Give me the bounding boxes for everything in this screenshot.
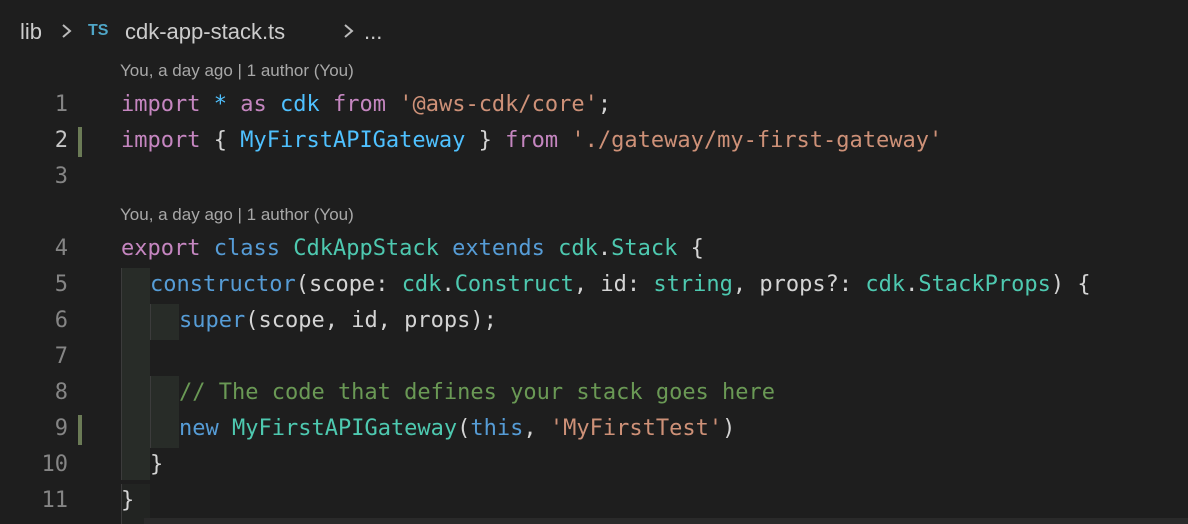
git-modified-marker[interactable] bbox=[78, 127, 82, 157]
punctuation: : bbox=[375, 272, 389, 297]
chevron-right-icon bbox=[62, 24, 72, 38]
punctuation: . bbox=[441, 272, 455, 297]
code-line-2[interactable]: import { MyFirstAPIGateway } from './gat… bbox=[121, 128, 942, 153]
punctuation: } bbox=[150, 452, 164, 477]
class-name: CdkAppStack bbox=[293, 236, 439, 261]
punctuation: ) bbox=[722, 416, 736, 441]
indent-guide bbox=[150, 376, 179, 448]
code-line-9[interactable]: new MyFirstAPIGateway(this, 'MyFirstTest… bbox=[179, 416, 735, 441]
codelens-author[interactable]: You, a day ago | 1 author (You) bbox=[120, 61, 354, 81]
param-scope: scope bbox=[308, 272, 376, 297]
identifier-gateway: MyFirstAPIGateway bbox=[232, 416, 458, 441]
punctuation: ( bbox=[457, 416, 471, 441]
operator-star: * bbox=[213, 92, 227, 117]
class-stack: Stack bbox=[611, 236, 678, 261]
param-id: id bbox=[600, 272, 627, 297]
breadcrumb-file[interactable]: cdk-app-stack.ts bbox=[125, 19, 285, 45]
punctuation: ( bbox=[295, 272, 309, 297]
line-number: 10 bbox=[41, 452, 69, 477]
line-number: 9 bbox=[54, 416, 68, 441]
punctuation: , bbox=[732, 272, 747, 297]
code-line-5[interactable]: constructor(scope: cdk.Construct, id: st… bbox=[150, 272, 1091, 297]
punctuation: { bbox=[213, 128, 227, 153]
type-stackprops: StackProps bbox=[918, 272, 1051, 297]
code-line-6[interactable]: super(scope, id, props); bbox=[179, 308, 497, 333]
punctuation: ) bbox=[1050, 272, 1065, 297]
punctuation: , bbox=[573, 272, 588, 297]
breadcrumb-more[interactable]: ... bbox=[364, 19, 382, 45]
identifier-gateway: MyFirstAPIGateway bbox=[240, 128, 466, 153]
git-modified-marker[interactable] bbox=[78, 415, 82, 445]
keyword-extends: extends bbox=[452, 236, 545, 261]
punctuation: ?: bbox=[825, 272, 853, 297]
super-args: (scope, id, props); bbox=[245, 308, 497, 333]
identifier-cdk: cdk bbox=[558, 236, 598, 261]
code-line-4[interactable]: export class CdkAppStack extends cdk.Sta… bbox=[121, 236, 704, 261]
punctuation: ; bbox=[597, 92, 612, 117]
punctuation: . bbox=[905, 272, 919, 297]
code-line-8-comment[interactable]: // The code that defines your stack goes… bbox=[179, 380, 775, 405]
string-literal: 'MyFirstTest' bbox=[549, 416, 723, 441]
keyword-constructor: constructor bbox=[150, 272, 296, 297]
keyword-from: from bbox=[505, 128, 559, 153]
line-number: 2 bbox=[54, 128, 68, 153]
punctuation: } bbox=[478, 128, 492, 153]
code-line-10[interactable]: } bbox=[150, 452, 163, 477]
punctuation: { bbox=[690, 236, 704, 261]
punctuation: : bbox=[626, 272, 641, 297]
string-module: '@aws-cdk/core' bbox=[399, 92, 598, 117]
codelens-author[interactable]: You, a day ago | 1 author (You) bbox=[120, 205, 354, 225]
typescript-file-icon: TS bbox=[88, 22, 109, 39]
breadcrumb-folder-lib[interactable]: lib bbox=[20, 19, 42, 45]
identifier-cdk: cdk bbox=[279, 92, 320, 117]
line-number: 6 bbox=[54, 308, 68, 333]
punctuation: , bbox=[523, 416, 537, 441]
line-number: 11 bbox=[41, 488, 69, 513]
keyword-as: as bbox=[240, 92, 267, 117]
breadcrumb: lib TS cdk-app-stack.ts ... bbox=[0, 0, 1188, 62]
keyword-super: super bbox=[179, 308, 246, 333]
line-number: 1 bbox=[54, 92, 68, 117]
code-line-1[interactable]: import * as cdk from '@aws-cdk/core'; bbox=[121, 92, 611, 117]
param-props: props bbox=[759, 272, 826, 297]
chevron-right-icon bbox=[344, 24, 354, 38]
keyword-class: class bbox=[213, 236, 280, 261]
line-number: 7 bbox=[54, 344, 68, 369]
line-number: 4 bbox=[54, 236, 68, 261]
keyword-this: this bbox=[470, 416, 524, 441]
identifier-cdk: cdk bbox=[401, 272, 442, 297]
horizontal-scrollbar[interactable] bbox=[144, 518, 1188, 524]
keyword-from: from bbox=[332, 92, 386, 117]
type-string: string bbox=[653, 272, 733, 297]
indent-guide bbox=[121, 268, 150, 480]
identifier-cdk: cdk bbox=[865, 272, 906, 297]
code-line-11[interactable]: } bbox=[121, 488, 134, 513]
punctuation: . bbox=[597, 236, 612, 261]
type-construct: Construct bbox=[454, 272, 574, 297]
indent-guide bbox=[150, 304, 179, 340]
keyword-new: new bbox=[179, 416, 219, 441]
punctuation: } bbox=[121, 488, 135, 513]
string-module: './gateway/my-first-gateway' bbox=[571, 128, 943, 153]
line-number: 3 bbox=[54, 164, 68, 189]
keyword-import: import bbox=[121, 128, 201, 153]
line-number: 5 bbox=[54, 272, 68, 297]
keyword-import: import bbox=[121, 92, 201, 117]
keyword-export: export bbox=[121, 236, 201, 261]
line-number: 8 bbox=[54, 380, 68, 405]
punctuation: { bbox=[1077, 272, 1091, 297]
